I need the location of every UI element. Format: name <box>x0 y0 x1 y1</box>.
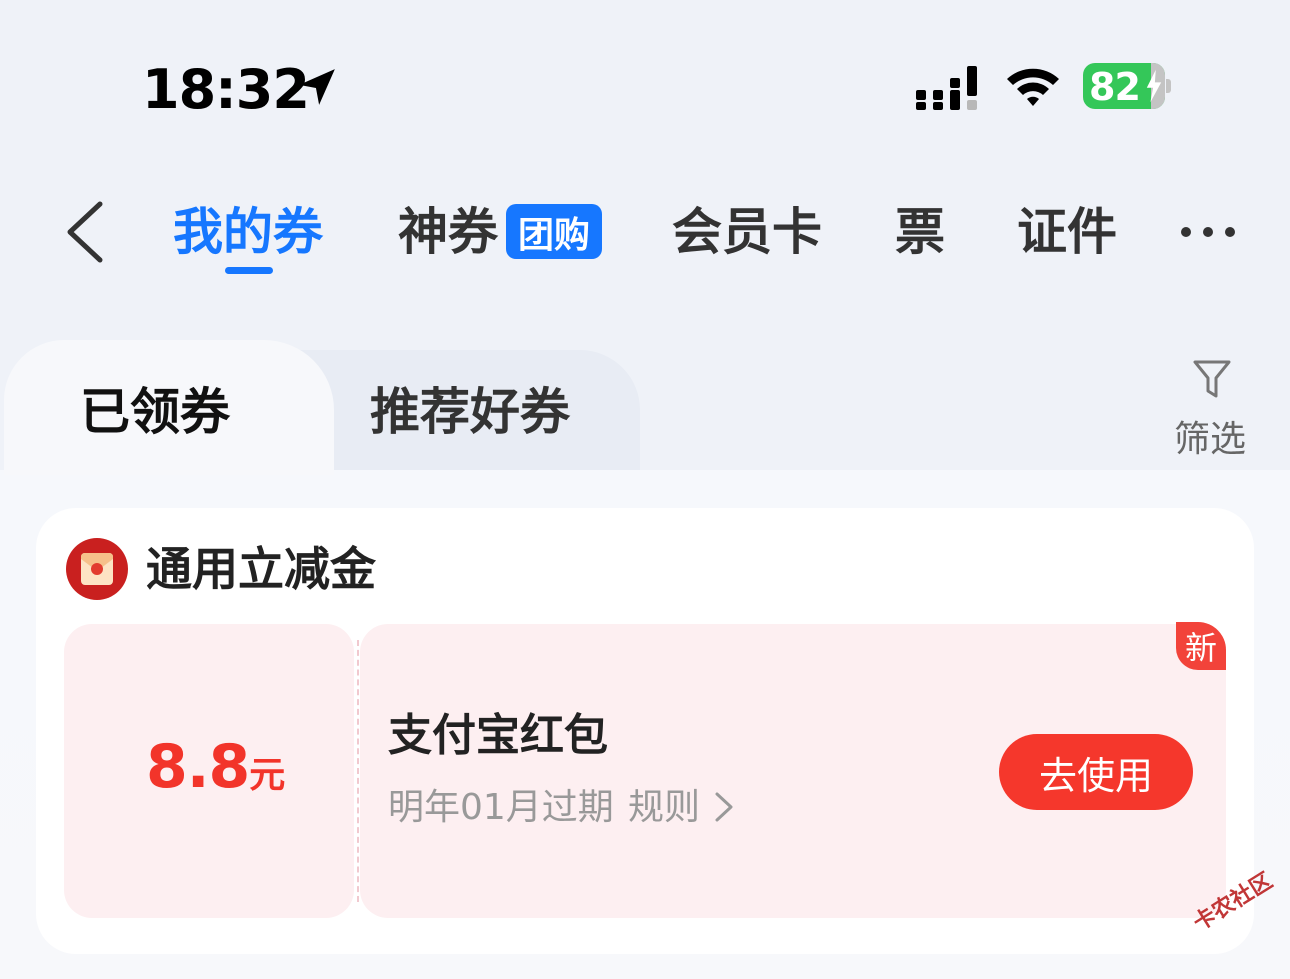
coupon-divider <box>357 640 359 902</box>
coupon-amount-value: 8.8 <box>146 732 250 802</box>
back-icon[interactable] <box>62 200 106 264</box>
wifi-icon <box>1007 68 1059 106</box>
filter-icon[interactable] <box>1192 358 1232 400</box>
battery-level: 82 <box>1089 65 1141 109</box>
subtab-claimed[interactable]: 已领券 <box>80 380 230 444</box>
tab-super-coupons[interactable]: 神券 <box>398 200 498 264</box>
tab-tickets[interactable]: 票 <box>895 200 945 264</box>
cellular-signal-icon <box>916 66 977 110</box>
subtab-recommended[interactable]: 推荐好券 <box>370 380 570 444</box>
more-icon[interactable] <box>1180 224 1236 240</box>
active-tab-indicator <box>225 267 273 274</box>
tab-documents[interactable]: 证件 <box>1017 200 1117 264</box>
coupon-amount-unit: 元 <box>249 755 286 796</box>
location-arrow-icon <box>299 69 335 105</box>
coupon-rules-link[interactable]: 规则 <box>628 786 700 830</box>
battery-cap <box>1166 79 1171 93</box>
charging-bolt-icon <box>1146 69 1162 103</box>
chevron-right-icon[interactable] <box>712 790 736 824</box>
use-coupon-button[interactable]: 去使用 <box>999 734 1193 810</box>
battery-body: 82 <box>1083 63 1166 109</box>
red-envelope-icon <box>66 538 128 600</box>
section-title: 通用立减金 <box>146 542 376 596</box>
filter-label[interactable]: 筛选 <box>1174 410 1246 462</box>
tab-my-coupons[interactable]: 我的券 <box>173 200 323 264</box>
status-time: 18:32 <box>142 58 310 121</box>
coupon-name: 支付宝红包 <box>388 710 608 761</box>
group-buy-badge: 团购 <box>506 204 602 259</box>
coupon-expiry: 明年01月过期 <box>388 787 614 828</box>
tab-member-card[interactable]: 会员卡 <box>672 200 822 264</box>
coupon-amount: 8.8元 <box>146 732 285 802</box>
battery-indicator: 82 <box>1083 63 1171 109</box>
